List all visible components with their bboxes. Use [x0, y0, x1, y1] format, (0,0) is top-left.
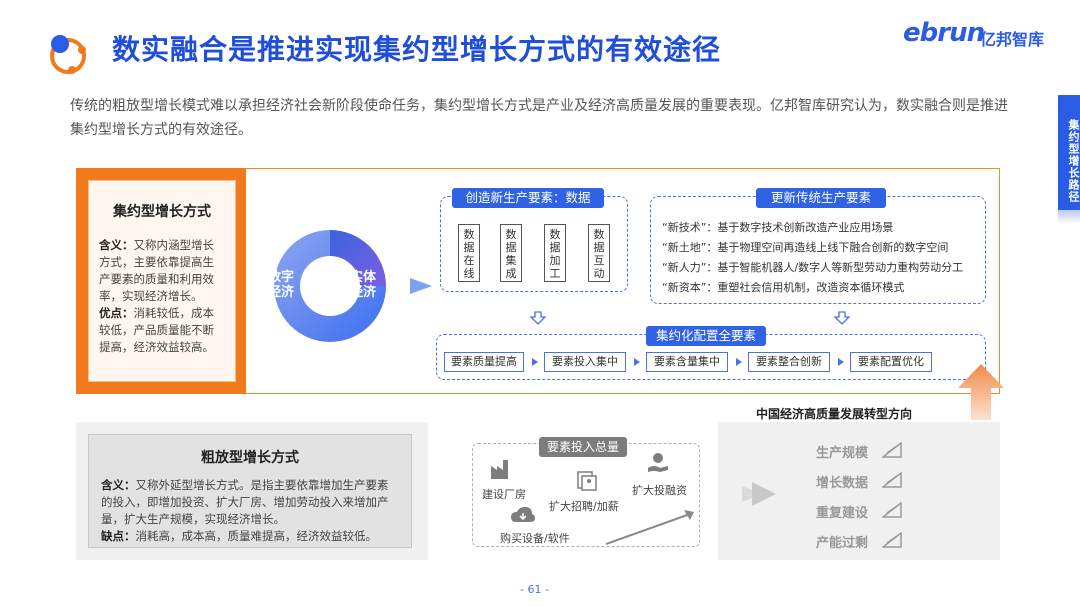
inputs-title: 要素投入总量: [539, 437, 627, 457]
extensive-definition: 含义：又称外延型增长方式。是指主要依靠增加生产要素的投入，即增加投资、扩大厂房、…: [101, 478, 389, 526]
config-step: 要素质量提高: [444, 352, 524, 372]
outcome-item: 增长数据: [816, 476, 869, 491]
extensive-title: 粗放型增长方式: [201, 450, 299, 466]
people-icon: [577, 471, 597, 491]
extensive-card: 粗放型增长方式 含义：又称外延型增长方式。是指主要依靠增加生产要素的投入，即增加…: [88, 434, 412, 548]
up-arrow-icon: [958, 364, 1004, 420]
traditional-line: “新人力”：基于智能机器人/数字人等新型劳动力重构劳动分工: [662, 261, 964, 274]
cycle-label-real: 实体经济: [349, 270, 376, 300]
right-arrow-icon: [742, 482, 776, 506]
page-number: - 61 -: [520, 583, 549, 596]
intensive-card: 集约型增长方式 含义：又称内涵型增长方式，主要依靠提高生产要素的质量和利用效率，…: [88, 180, 236, 382]
outcome-item: 生产规模: [816, 446, 869, 461]
flow-arrow-icon: [736, 358, 742, 366]
trend-icon: [882, 532, 902, 548]
outcome-item: 重复建设: [816, 506, 869, 521]
input-label: 购买设备/软件: [500, 532, 570, 545]
page-title: 数实融合是推进实现集约型增长方式的有效途径: [112, 33, 722, 66]
input-label: 扩大投融资: [632, 484, 687, 497]
traditional-title: 更新传统生产要素: [756, 188, 886, 208]
config-title: 集约化配置全要素: [646, 326, 766, 346]
traditional-line: “新资本”：重塑社会信用机制，改造资本循环模式: [662, 281, 905, 294]
intensive-definition: 含义：又称内涵型增长方式，主要依靠提高生产要素的质量和利用效率，实现经济增长。: [99, 238, 214, 303]
cloud-download-icon: [511, 507, 535, 522]
growth-line-icon: [606, 510, 694, 545]
down-arrow-icon: [834, 311, 850, 325]
side-tab-shadow: [1058, 210, 1080, 224]
brand-logo-cn: 亿邦智库: [980, 30, 1045, 49]
config-step: 要素整合创新: [748, 352, 830, 372]
new-factors-title: 创造新生产要素：数据: [452, 188, 604, 208]
config-step: 要素投入集中: [544, 352, 626, 372]
trend-icon: [882, 502, 902, 518]
factor-interaction: 数据互动: [588, 224, 610, 282]
outcome-item: 产能过剩: [816, 536, 869, 551]
side-tab[interactable]: 集约型增长路径: [1058, 95, 1080, 215]
down-arrow-icon: [530, 311, 546, 325]
header-logo-icon: [50, 35, 86, 74]
traditional-line: “新土地”：基于物理空间再造线上线下融合创新的数字空间: [662, 241, 949, 254]
trend-icon: [882, 442, 902, 458]
extensive-disadvantage: 缺点：消耗高，成本高，质量难提高，经济效益较低。: [101, 529, 377, 543]
cycle-label-digital: 数字经济: [267, 270, 294, 300]
config-step: 要素配置优化: [850, 352, 932, 372]
investment-icon: [648, 453, 668, 472]
input-label: 建设厂房: [482, 488, 526, 501]
flow-arrow-icon: [634, 358, 640, 366]
flow-arrow-icon: [838, 358, 844, 366]
flow-arrow-icon: [532, 358, 538, 366]
factor-integration: 数据集成: [500, 224, 522, 282]
intensive-advantage: 优点：消耗较低，成本较低，产品质量能不断提高，经济效益较高。: [99, 306, 214, 354]
factor-online: 数据在线: [458, 224, 480, 282]
factor-processing: 数据加工: [544, 224, 566, 282]
traditional-line: “新技术”：基于数字技术创新改造产业应用场景: [662, 221, 894, 234]
trend-icon: [882, 472, 902, 488]
brand-logo-latin: ebrun: [903, 18, 985, 48]
config-step: 要素含量集中: [646, 352, 728, 372]
direction-label: 中国经济高质量发展转型方向: [756, 407, 913, 421]
factory-icon: [491, 460, 508, 479]
intensive-title: 集约型增长方式: [113, 204, 211, 220]
traditional-list: “新技术”：基于数字技术创新改造产业应用场景 “新土地”：基于物理空间再造线上线…: [662, 218, 963, 298]
intro-paragraph: 传统的粗放型增长模式难以承担经济社会新阶段使命任务，集约型增长方式是产业及经济高…: [70, 98, 1008, 138]
